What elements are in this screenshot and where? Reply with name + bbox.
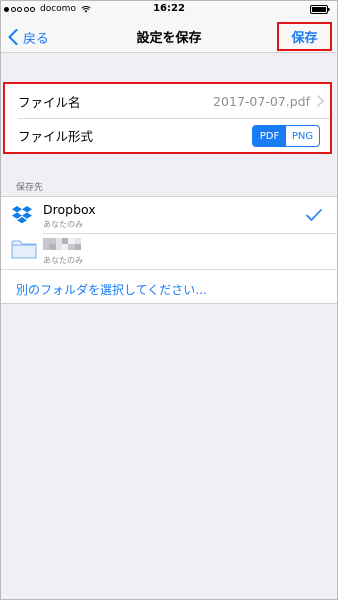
destination-sharing: あなたのみ bbox=[43, 256, 83, 265]
format-option-png[interactable]: PNG bbox=[286, 126, 319, 146]
format-option-pdf[interactable]: PDF bbox=[253, 126, 286, 146]
destination-sharing: あなたのみ bbox=[43, 220, 83, 229]
destination-item-dropbox[interactable]: Dropbox あなたのみ bbox=[0, 197, 338, 233]
format-label: ファイル形式 bbox=[18, 128, 94, 144]
filename-value: 2017-07-07.pdf bbox=[213, 93, 310, 109]
save-button[interactable]: 保存 bbox=[277, 22, 332, 51]
redacted-folder-name bbox=[43, 238, 81, 250]
format-row: ファイル形式 PDF PNG bbox=[5, 118, 330, 152]
folder-icon bbox=[11, 240, 37, 259]
destination-section-header: 保存先 bbox=[16, 183, 44, 193]
destination-item-folder[interactable]: あなたのみ bbox=[0, 233, 338, 269]
file-settings-group: ファイル名 2017-07-07.pdf ファイル形式 PDF PNG bbox=[3, 82, 332, 154]
chevron-right-icon bbox=[317, 95, 324, 107]
filename-row[interactable]: ファイル名 2017-07-07.pdf bbox=[5, 84, 330, 118]
format-segmented-control: PDF PNG bbox=[252, 125, 320, 147]
checkmark-icon bbox=[306, 209, 322, 221]
filename-label: ファイル名 bbox=[18, 94, 81, 110]
row-divider bbox=[0, 269, 338, 270]
status-bar: docomo 16:22 bbox=[0, 0, 338, 20]
choose-other-folder-link[interactable]: 別のフォルダを選択してください... bbox=[16, 281, 207, 298]
destination-list: Dropbox あなたのみ あなたのみ 別のフォルダを選択してください... bbox=[0, 196, 338, 304]
dropbox-icon bbox=[12, 206, 32, 224]
destination-name: Dropbox bbox=[43, 202, 96, 217]
battery-icon bbox=[310, 5, 330, 14]
status-time: 16:22 bbox=[153, 3, 185, 14]
navigation-bar: 戻る 設定を保存 保存 bbox=[0, 20, 338, 53]
